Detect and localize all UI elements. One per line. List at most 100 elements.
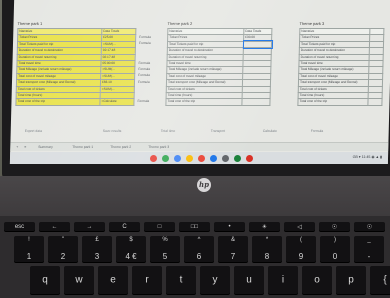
number-key[interactable]: " 2: [48, 236, 78, 262]
key-legend: {: [383, 274, 387, 286]
table-row: Total cost of the trip: [297, 98, 383, 106]
keyboard: esc ← → C □ □□ • ☀ ◁ ☉ ☉! 1 " 2 £3 $4 €% 5 ^ 6 & 7 * 8(9) 0 _ - q w…: [0, 216, 390, 298]
tab-theme-park-1[interactable]: Theme park 1: [72, 145, 93, 149]
letter-key[interactable]: o: [302, 266, 332, 294]
key-legend: $: [129, 237, 133, 243]
sheets-icon[interactable]: [161, 154, 170, 162]
footer-label: Formula: [310, 129, 324, 133]
key-legend: 4 €: [125, 252, 137, 261]
value-cell[interactable]: [367, 98, 383, 106]
number-key[interactable]: % 5: [150, 236, 180, 262]
fn-key[interactable]: ☀: [249, 222, 280, 231]
docs-icon[interactable]: [173, 154, 182, 162]
data-table-1: Narrative Data Totals Ticket Prices £25.0…: [15, 28, 136, 106]
drive-icon[interactable]: [185, 154, 194, 162]
letter-key[interactable]: q: [30, 266, 60, 294]
key-legend: ☉: [366, 224, 373, 230]
letter-key[interactable]: r: [132, 266, 162, 294]
key-legend: q: [42, 274, 48, 286]
fn-key[interactable]: esc: [4, 222, 35, 231]
sheet-footer-labels: Export data Save results Total time Tran…: [10, 128, 388, 140]
number-key[interactable]: * 8: [252, 236, 282, 262]
chrome-icon[interactable]: [149, 154, 158, 162]
letter-key[interactable]: t: [166, 266, 196, 294]
table-row: Total cost of the trip =Calculate: [15, 98, 135, 106]
fn-key[interactable]: ◁: [284, 222, 315, 231]
files-icon[interactable]: [209, 154, 218, 162]
key-legend: %: [162, 237, 168, 243]
formula-note: Formula: [138, 60, 151, 65]
key-legend: _: [367, 237, 371, 243]
classroom-icon[interactable]: [233, 154, 242, 162]
sheet-tab-bar: + ≡ Summary Theme park 1 Theme park 2 Th…: [10, 142, 389, 151]
tab-theme-park-2[interactable]: Theme park 2: [110, 145, 131, 149]
fn-key[interactable]: C: [109, 222, 140, 231]
photo-scene: Theme park 1 Narrative Data Totals Ticke…: [0, 0, 390, 298]
youtube-icon[interactable]: [245, 154, 254, 162]
key-legend: t: [179, 274, 183, 286]
footer-label: Calculate: [262, 129, 277, 133]
letter-key[interactable]: e: [98, 266, 128, 294]
key-legend: ): [334, 237, 336, 243]
fn-key[interactable]: ←: [39, 222, 70, 231]
value-cell[interactable]: [241, 98, 271, 106]
sheet-list-icon[interactable]: ≡: [24, 145, 26, 149]
key-legend: 5: [162, 252, 168, 261]
letter-key[interactable]: i: [268, 266, 298, 294]
spreadsheet-block-3: Theme park 3 Narrative Ticket Prices Tota…: [297, 21, 384, 106]
hp-logo: hp: [197, 178, 211, 192]
key-legend: 6: [196, 252, 202, 261]
tab-theme-park-3[interactable]: Theme park 3: [148, 145, 169, 149]
row-label-cell[interactable]: Total cost of the trip: [15, 98, 101, 106]
formula-note: Formula: [138, 73, 150, 78]
add-sheet-icon[interactable]: +: [16, 145, 18, 149]
number-key[interactable]: _ -: [354, 236, 384, 262]
table-row: Total cost of the trip: [165, 98, 271, 106]
fn-key[interactable]: ☉: [354, 222, 385, 231]
key-legend: i: [281, 274, 285, 286]
key-legend: C: [122, 223, 127, 230]
number-key[interactable]: (9: [286, 236, 316, 262]
letter-key[interactable]: y: [200, 266, 230, 294]
key-legend: ☉: [331, 224, 338, 230]
gmail-icon[interactable]: [197, 154, 206, 162]
formula-note: Formula: [139, 34, 151, 39]
key-legend: 9: [298, 252, 304, 261]
key-legend: 7: [230, 252, 236, 261]
value-cell[interactable]: =Calculate: [99, 98, 135, 106]
number-key[interactable]: ! 1: [14, 236, 44, 262]
fn-key[interactable]: □: [144, 222, 175, 231]
spreadsheet-block-2: Theme park 2 Narrative Data Totals Ticke…: [165, 21, 273, 106]
key-legend: &: [230, 237, 235, 243]
key-legend: ^: [197, 237, 201, 243]
number-key[interactable]: ^ 6: [184, 236, 214, 262]
letter-key[interactable]: u: [234, 266, 264, 294]
os-shelf: GB ▾ 11:45 ◉ ▲ ▮: [9, 152, 389, 164]
key-legend: e: [110, 274, 116, 286]
footer-label: Transport: [210, 129, 226, 133]
row-label-cell[interactable]: Total cost of the trip: [297, 98, 369, 106]
fn-key[interactable]: ☉: [319, 222, 350, 231]
settings-icon[interactable]: [221, 154, 230, 162]
letter-key[interactable]: w: [64, 266, 94, 294]
footer-label: Export data: [24, 129, 43, 133]
number-key[interactable]: ) 0: [320, 236, 350, 262]
row-label-cell[interactable]: Total cost of the trip: [165, 98, 243, 106]
letter-key[interactable]: p: [336, 266, 366, 294]
tab-summary[interactable]: Summary: [38, 145, 53, 149]
key-legend: •: [228, 223, 231, 230]
letter-key[interactable]: {: [370, 266, 390, 294]
system-tray[interactable]: GB ▾ 11:45 ◉ ▲ ▮: [353, 155, 382, 159]
number-key[interactable]: $4 €: [116, 236, 146, 262]
fn-key[interactable]: →: [74, 222, 105, 231]
spreadsheet-block-1: Theme park 1 Narrative Data Totals Ticke…: [15, 21, 151, 106]
key-legend: r: [145, 274, 149, 286]
number-key[interactable]: £3: [82, 236, 112, 262]
fn-key[interactable]: •: [214, 222, 245, 231]
key-legend: ←: [51, 223, 58, 230]
data-table-2: Narrative Data Totals Ticket Prices £30.0…: [165, 28, 273, 106]
key-legend: 1: [26, 252, 32, 261]
fn-key[interactable]: □□: [179, 222, 210, 231]
number-key[interactable]: & 7: [218, 236, 248, 262]
footer-label: Total time: [160, 129, 176, 133]
